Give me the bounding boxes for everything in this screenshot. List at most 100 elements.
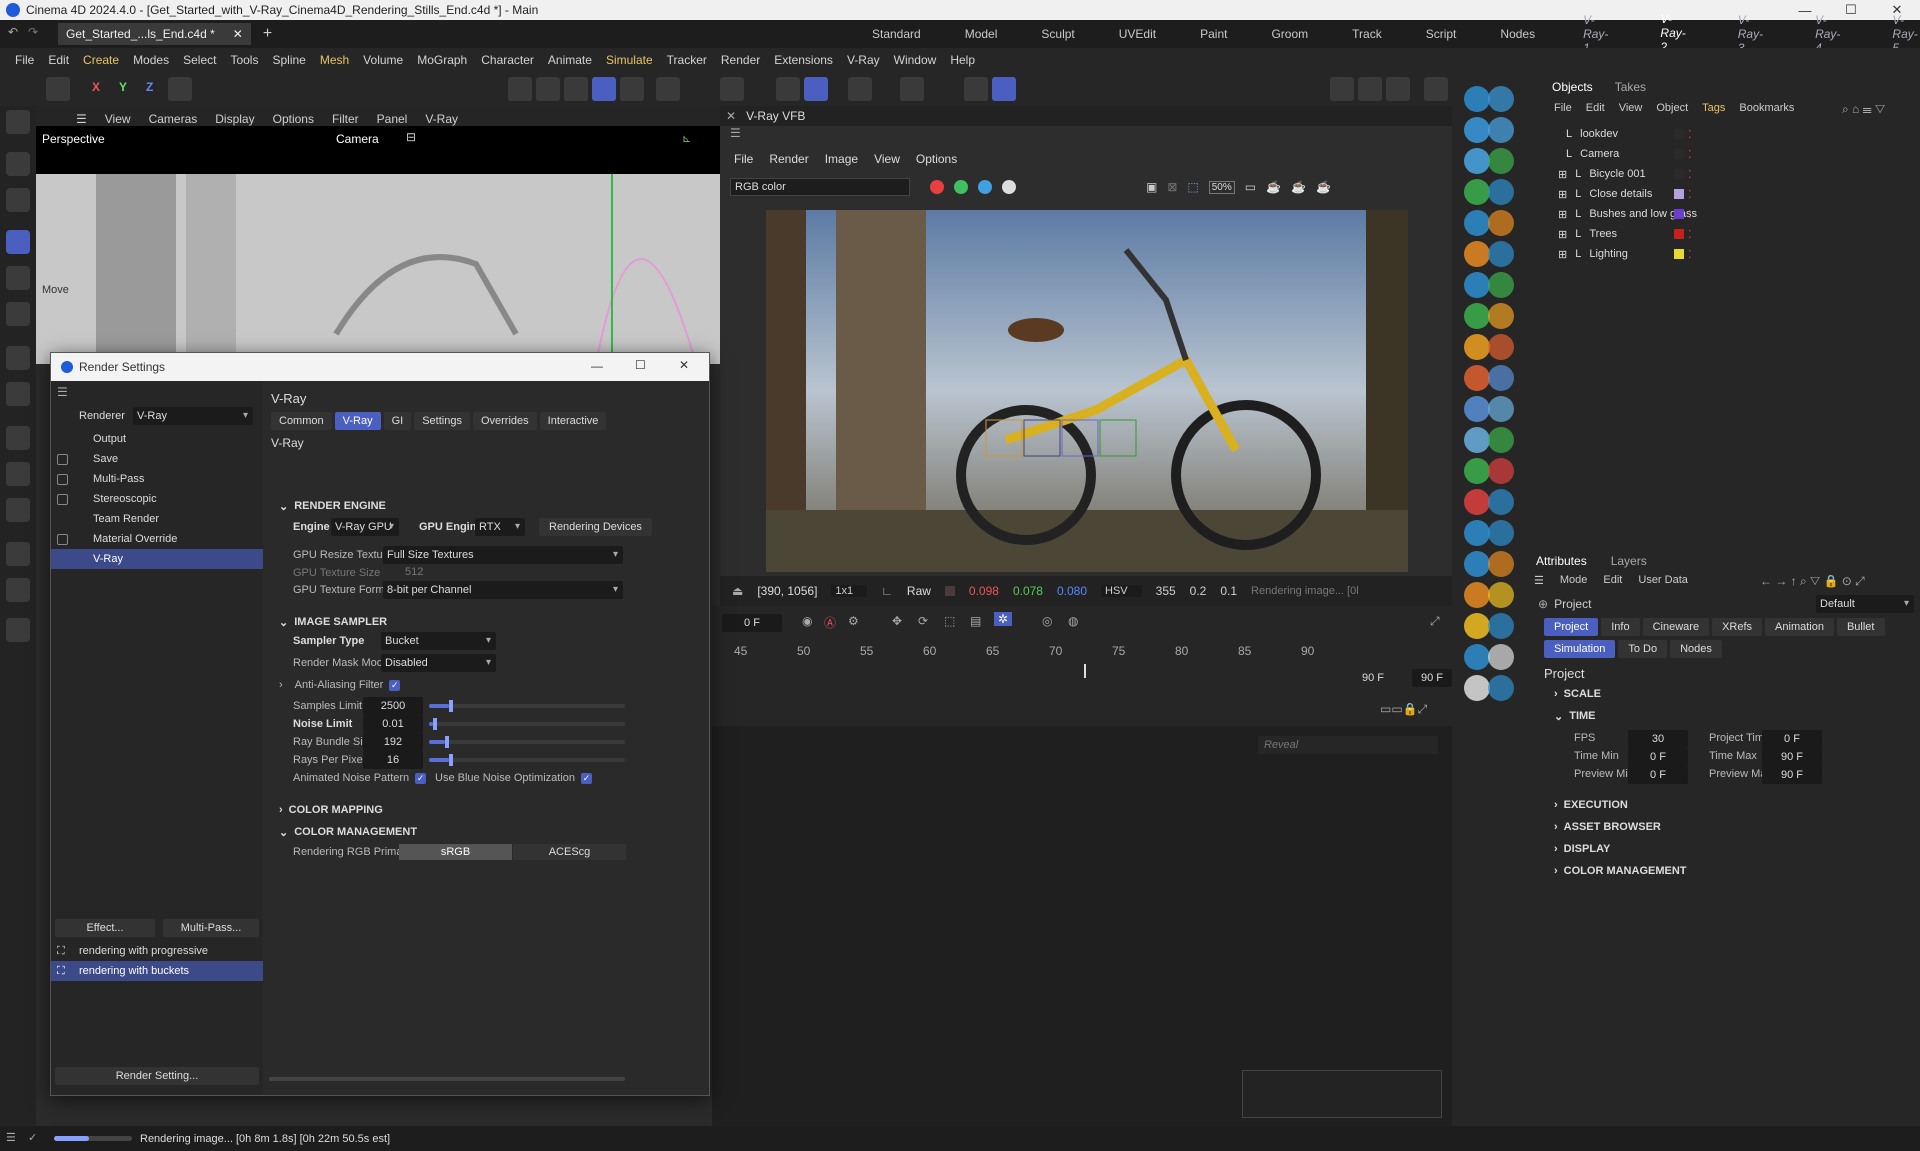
color-management-section[interactable]: › COLOR MANAGEMENT bbox=[1524, 860, 1687, 882]
right-text-icon[interactable] bbox=[1488, 148, 1514, 174]
points-mode-icon[interactable] bbox=[508, 77, 532, 101]
deform-tool-icon[interactable] bbox=[6, 618, 30, 642]
sculpt-tool-icon[interactable] bbox=[6, 498, 30, 522]
attributes-tab-layers[interactable]: Layers bbox=[1611, 554, 1647, 572]
display-section[interactable]: › DISPLAY bbox=[1524, 838, 1610, 860]
right-camera-icon[interactable] bbox=[1488, 86, 1514, 112]
layer-color-swatch[interactable] bbox=[1674, 249, 1684, 259]
dialog-maximize-button[interactable]: ☐ bbox=[635, 358, 646, 372]
visibility-dots[interactable]: ⁚ bbox=[1688, 228, 1692, 241]
vfb-menu-view[interactable]: View bbox=[874, 152, 900, 172]
key-rotate-icon[interactable]: ⟳ bbox=[918, 614, 928, 628]
preview-end-field[interactable]: 90 F bbox=[1412, 669, 1452, 687]
item-checkbox[interactable] bbox=[57, 493, 68, 505]
left-field-icon[interactable] bbox=[1464, 241, 1490, 267]
visibility-dots[interactable]: ⁚ bbox=[1688, 248, 1692, 261]
rendering-devices-button[interactable]: Rendering Devices bbox=[539, 518, 652, 536]
rpp-field[interactable]: 16 bbox=[363, 751, 423, 769]
left-camera-icon[interactable] bbox=[1464, 86, 1490, 112]
region-render-icon[interactable]: ⬚ bbox=[1187, 180, 1198, 194]
save-image-icon[interactable]: ▣ bbox=[1146, 180, 1157, 194]
edges-mode-icon[interactable] bbox=[536, 77, 560, 101]
objects-menu-bookmarks[interactable]: Bookmarks bbox=[1739, 102, 1794, 120]
attributes-nav-icons[interactable]: ← → ↑ ⌕ ▽ 🔒 ⊙ ⤢ bbox=[1760, 574, 1865, 589]
expand-icon[interactable]: ⊞ bbox=[1558, 208, 1567, 221]
attributes-menu-mode[interactable]: Mode bbox=[1560, 574, 1588, 594]
render-view-icon[interactable] bbox=[1330, 77, 1354, 101]
render-settings-item-multi-pass[interactable]: Multi-Pass bbox=[51, 469, 263, 489]
paint-tool-icon[interactable] bbox=[6, 578, 30, 602]
layer-color-swatch[interactable] bbox=[1674, 129, 1684, 139]
left-vray-volume-icon[interactable] bbox=[1464, 582, 1490, 608]
model-mode-icon[interactable] bbox=[592, 77, 616, 101]
resize-textures-select[interactable]: Full Size Textures bbox=[383, 546, 623, 564]
layout-tab-sculpt[interactable]: Sculpt bbox=[1019, 27, 1096, 41]
vfb-close-icon[interactable]: ✕ bbox=[726, 109, 736, 123]
viewport-solo-icon[interactable] bbox=[964, 77, 988, 101]
vfb-menu-file[interactable]: File bbox=[734, 152, 753, 172]
object-row[interactable]: ⊞ L Bicycle 001 ⁚ bbox=[1524, 164, 1920, 184]
vfb-menu-image[interactable]: Image bbox=[825, 152, 858, 172]
viewport-menu-display[interactable]: Display bbox=[215, 112, 254, 126]
stop-render-icon[interactable]: ☕ bbox=[1291, 180, 1306, 194]
objects-menu-edit[interactable]: Edit bbox=[1586, 102, 1605, 120]
item-checkbox[interactable] bbox=[57, 473, 68, 485]
vray-render-icon[interactable] bbox=[1424, 77, 1448, 101]
grid-snap-icon[interactable] bbox=[776, 77, 800, 101]
left-cube-icon[interactable] bbox=[1464, 117, 1490, 143]
rs-color-management-section[interactable]: ⌄ COLOR MANAGEMENT bbox=[249, 821, 417, 843]
viewport-hamburger-icon[interactable]: ☰ bbox=[76, 112, 87, 126]
left-environment-icon[interactable] bbox=[1464, 365, 1490, 391]
render-settings-item-team-render[interactable]: Team Render bbox=[51, 509, 263, 529]
y-axis-lock-icon[interactable]: Y bbox=[119, 80, 127, 94]
menu-spline[interactable]: Spline bbox=[265, 53, 312, 67]
menu-mesh[interactable]: Mesh bbox=[313, 53, 356, 67]
menu-help[interactable]: Help bbox=[943, 53, 982, 67]
live-selection-icon[interactable] bbox=[6, 188, 30, 212]
layer-color-swatch[interactable] bbox=[1674, 169, 1684, 179]
rpp-slider[interactable] bbox=[429, 754, 625, 766]
project-time-field[interactable]: 0 F bbox=[1762, 730, 1822, 748]
vfb-menu-render[interactable]: Render bbox=[769, 152, 808, 172]
srgb-option[interactable]: sRGB bbox=[399, 844, 512, 860]
expand-icon[interactable]: ⊞ bbox=[1558, 188, 1567, 201]
channel-select[interactable]: RGB color bbox=[730, 178, 910, 196]
object-row[interactable]: ⊞ L Lighting ⁚ bbox=[1524, 244, 1920, 264]
render-preset-item[interactable]: ⛶ rendering with progressive bbox=[51, 941, 263, 961]
move-tool-icon[interactable] bbox=[6, 230, 30, 254]
left-vray-fur-icon[interactable] bbox=[1464, 489, 1490, 515]
layer-color-swatch[interactable] bbox=[1674, 229, 1684, 239]
menu-v-ray[interactable]: V-Ray bbox=[840, 53, 887, 67]
object-row[interactable]: ⊞ L Close details ⁚ bbox=[1524, 184, 1920, 204]
asset-browser-section[interactable]: › ASSET BROWSER bbox=[1524, 816, 1661, 838]
document-tab-close-icon[interactable]: ✕ bbox=[233, 27, 243, 41]
layout-tab-model[interactable]: Model bbox=[943, 27, 1020, 41]
material-preview-box[interactable] bbox=[1242, 1070, 1442, 1118]
search-icon[interactable] bbox=[6, 110, 30, 134]
selection-tool-icon[interactable] bbox=[6, 152, 30, 176]
right-generator-icon[interactable] bbox=[1488, 179, 1514, 205]
menu-animate[interactable]: Animate bbox=[541, 53, 599, 67]
item-checkbox[interactable] bbox=[57, 453, 68, 465]
blue-noise-checkbox[interactable]: ✓ bbox=[581, 772, 593, 784]
left-vray-material-icon[interactable] bbox=[1464, 520, 1490, 546]
slider-handle[interactable] bbox=[444, 736, 449, 748]
key-pla-icon[interactable]: ✲ bbox=[994, 612, 1013, 626]
current-frame-field[interactable]: 0 F bbox=[722, 614, 782, 632]
attributes-tab-attributes[interactable]: Attributes bbox=[1536, 554, 1587, 572]
red-channel-icon[interactable] bbox=[930, 180, 944, 194]
left-mograph-icon[interactable] bbox=[1464, 303, 1490, 329]
layout-tab-standard[interactable]: Standard bbox=[850, 27, 943, 41]
key-scale-icon[interactable]: ⬚ bbox=[944, 614, 955, 628]
layer-color-swatch[interactable] bbox=[1674, 189, 1684, 199]
scale-tool-icon[interactable] bbox=[6, 302, 30, 326]
viewport-render-icon[interactable] bbox=[992, 77, 1016, 101]
render-settings-tab-settings[interactable]: Settings bbox=[414, 412, 470, 430]
lock-icon[interactable]: ⏏ bbox=[732, 584, 743, 598]
attributes-button-to-do[interactable]: To Do bbox=[1618, 640, 1668, 658]
visibility-dots[interactable]: ⁚ bbox=[1688, 208, 1692, 221]
redo-icon[interactable]: ↷ bbox=[28, 25, 38, 39]
blue-channel-icon[interactable] bbox=[978, 180, 992, 194]
snap-enabled-icon[interactable] bbox=[804, 77, 828, 101]
samples-slider[interactable] bbox=[429, 700, 625, 712]
